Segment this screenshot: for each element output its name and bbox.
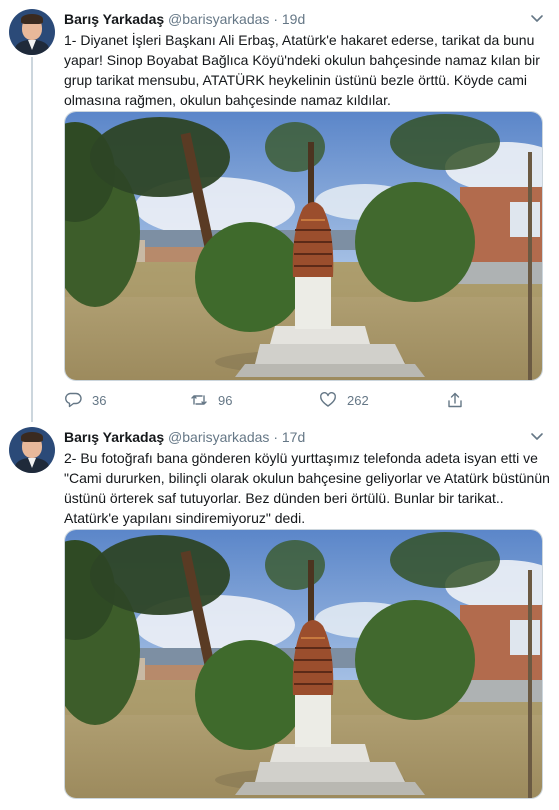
retweet-icon [191,395,207,405]
tweet-header: Barış Yarkadaş @barisyarkadas · 19d [64,10,305,28]
separator: · [273,11,278,27]
tweet-text: 2- Bu fotoğrafı bana gönderen köylü yurt… [64,450,550,526]
chevron-down-icon[interactable] [529,428,545,444]
reply-count: 36 [92,392,107,408]
avatar[interactable] [9,9,55,55]
like-count: 262 [347,392,369,408]
tweet-actions: 36 96 262 [64,390,484,410]
reply-icon [65,392,82,408]
share-icon [448,392,462,408]
retweet-button[interactable]: 96 [190,390,232,410]
chevron-down-icon[interactable] [529,10,545,26]
tweet-text: 1- Diyanet İşleri Başkanı Ali Erbaş, Ata… [64,32,540,108]
tweet-header: Barış Yarkadaş @barisyarkadas · 17d [64,428,305,446]
share-button[interactable] [446,390,464,410]
tweet-photo[interactable] [64,111,543,381]
author-name[interactable]: Barış Yarkadaş [64,429,164,445]
avatar[interactable] [9,427,55,473]
author-name[interactable]: Barış Yarkadaş [64,11,164,27]
tweet-photo[interactable] [64,529,543,799]
thread-connector-line [31,57,33,422]
author-handle[interactable]: @barisyarkadas [168,429,269,445]
reply-button[interactable]: 36 [64,390,106,410]
author-handle[interactable]: @barisyarkadas [168,11,269,27]
retweet-count: 96 [218,392,233,408]
tweet-age[interactable]: 19d [282,11,305,27]
like-button[interactable]: 262 [319,390,369,410]
separator: · [273,429,278,445]
tweet-age[interactable]: 17d [282,429,305,445]
heart-icon [320,392,336,407]
